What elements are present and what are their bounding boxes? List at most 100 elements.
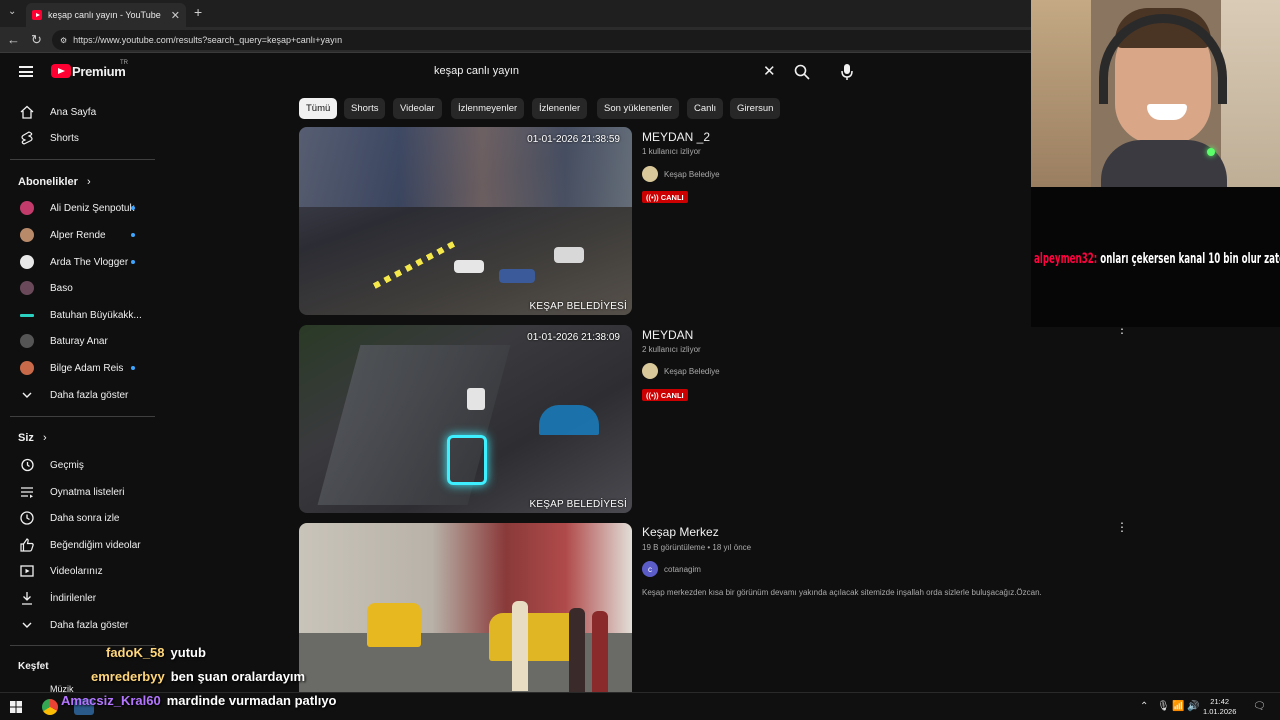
camera-watermark: KEŞAP BELEDİYESİ (529, 499, 627, 510)
chat-text: yutub (170, 645, 206, 660)
chip-shorts[interactable]: Shorts (344, 98, 386, 119)
more-options-icon[interactable]: ⋮ (1116, 323, 1128, 335)
windows-start-icon[interactable] (10, 701, 22, 713)
channel-link[interactable]: Keşap Belediye (642, 166, 720, 182)
thumbnail-taxi (489, 613, 579, 661)
microphone-tray-icon[interactable]: 🎙 (1157, 701, 1170, 712)
menu-hamburger-icon[interactable] (19, 66, 33, 77)
thumbnail-bus (467, 388, 485, 410)
scrollbar[interactable] (1273, 327, 1280, 692)
channel-link[interactable]: Keşap Belediye (642, 363, 720, 379)
clock[interactable]: 21:42 1.01.2026 (1203, 697, 1236, 717)
donation-text: onları çekersen kanal 10 bin olur zaten (1097, 251, 1280, 267)
tray-expand-icon[interactable]: ⌃ (1140, 701, 1148, 712)
sidebar-item-shorts[interactable]: Shorts (0, 125, 155, 151)
webcam-mic-led (1207, 148, 1215, 156)
notifications-icon[interactable]: 🗨 (1253, 701, 1266, 712)
channel-avatar (20, 361, 34, 375)
volume-icon[interactable]: 🔊 (1187, 701, 1199, 712)
sidebar-item-subscription[interactable]: Ali Deniz Şenpotuk (0, 195, 155, 221)
tab-close-icon[interactable]: ✕ (171, 9, 180, 22)
video-thumbnail[interactable] (299, 523, 632, 692)
sidebar-item-history[interactable]: Geçmiş (0, 452, 155, 478)
video-thumbnail[interactable]: 01-01-2026 21:38:09 KEŞAP BELEDİYESİ (299, 325, 632, 513)
sidebar-item-label: Daha sonra izle (50, 512, 120, 524)
tab-title: keşap canlı yayın - YouTube (48, 10, 161, 20)
sidebar-item-label: Bilge Adam Reis (50, 362, 124, 374)
microphone-icon[interactable] (840, 63, 854, 81)
tab-list-chevron-icon[interactable]: ⌄ (8, 6, 16, 17)
youtube-logo-icon[interactable] (51, 64, 71, 78)
premium-logo-text[interactable]: Premium (72, 64, 126, 79)
you-heading[interactable]: Siz › (18, 432, 47, 444)
home-icon (20, 105, 34, 119)
chip-watched[interactable]: İzlenenler (532, 98, 588, 119)
youtube-favicon-icon (32, 10, 42, 20)
sidebar-item-subscription[interactable]: Alper Rende (0, 222, 155, 248)
chip-recently-uploaded[interactable]: Son yüklenenler (597, 98, 680, 119)
sidebar-item-label: Daha fazla göster (50, 389, 129, 401)
chip-unwatched[interactable]: İzlenmeyenler (451, 98, 525, 119)
sidebar-item-label: Videolarınız (50, 565, 103, 577)
watch-later-icon (20, 511, 34, 525)
clear-search-icon[interactable]: ✕ (763, 62, 776, 80)
donation-user: alpeymen32: (1034, 251, 1098, 267)
back-arrow-icon[interactable]: ← (7, 32, 20, 47)
sidebar-item-liked-videos[interactable]: Beğendiğim videolar (0, 532, 155, 558)
browser-tab[interactable]: keşap canlı yayın - YouTube ✕ (26, 3, 186, 27)
site-info-icon[interactable]: ⚙ (60, 36, 67, 45)
sidebar-item-watch-later[interactable]: Daha sonra izle (0, 505, 155, 531)
you-heading-label: Siz (18, 432, 34, 444)
chip-videos[interactable]: Videolar (393, 98, 442, 119)
sidebar-item-subscription[interactable]: Baturay Anar (0, 328, 155, 354)
show-more-you-button[interactable]: Daha fazla göster (0, 612, 155, 638)
video-meta: 1 kullanıcı izliyor (642, 147, 701, 156)
new-content-dot (131, 206, 135, 210)
webcam-smile (1147, 104, 1187, 120)
chip-girersun[interactable]: Girersun (730, 98, 781, 119)
video-title[interactable]: MEYDAN _2 (642, 130, 710, 144)
sidebar-item-subscription[interactable]: Batuhan Büyükakk... (0, 302, 155, 328)
sidebar-item-home[interactable]: Ana Sayfa (0, 99, 155, 125)
video-title[interactable]: MEYDAN (642, 328, 693, 342)
live-badge: ((•)) CANLI (642, 191, 688, 203)
sidebar-item-subscription[interactable]: Bilge Adam Reis (0, 355, 155, 381)
webcam-door (1031, 0, 1091, 187)
channel-avatar (642, 166, 658, 182)
search-icon[interactable] (794, 64, 810, 80)
sidebar-item-label: Daha fazla göster (50, 619, 129, 631)
camera-watermark: KEŞAP BELEDİYESİ (529, 301, 627, 312)
show-more-subscriptions-button[interactable]: Daha fazla göster (0, 382, 155, 408)
sidebar-item-subscription[interactable]: Baso (0, 275, 155, 301)
channel-avatar (20, 334, 34, 348)
subscriptions-heading[interactable]: Abonelikler › (18, 176, 91, 188)
channel-avatar: c (642, 561, 658, 577)
camera-timestamp: 01-01-2026 21:38:09 (527, 332, 620, 343)
chrome-taskbar-icon[interactable] (42, 699, 58, 715)
network-icon[interactable]: 📶 (1172, 701, 1184, 712)
sidebar-item-playlists[interactable]: Oynatma listeleri (0, 479, 155, 505)
sidebar-item-subscription[interactable]: Arda The Vlogger (0, 249, 155, 275)
thumbnail-person (569, 608, 585, 692)
sidebar-item-downloads[interactable]: İndirilenler (0, 585, 155, 611)
new-tab-button[interactable]: + (194, 4, 202, 20)
thumbnail-person (512, 601, 528, 691)
video-title[interactable]: Keşap Merkez (642, 525, 719, 539)
shorts-icon (21, 131, 33, 145)
video-thumbnail[interactable]: 01-01-2026 21:38:59 KEŞAP BELEDİYESİ (299, 127, 632, 315)
chat-user: Amacsiz_Kral60 (61, 693, 161, 708)
chat-message: fadoK_58 yutub (106, 645, 206, 660)
thumbnail-kiosk (539, 405, 599, 435)
sidebar-item-your-videos[interactable]: Videolarınız (0, 558, 155, 584)
webcam-shirt (1101, 140, 1227, 187)
channel-link[interactable]: c cotanagim (642, 561, 701, 577)
chevron-right-icon: › (86, 176, 91, 188)
chevron-down-icon (22, 622, 32, 628)
search-input[interactable]: keşap canlı yayın (434, 65, 519, 77)
reload-icon[interactable]: ↻ (31, 32, 42, 48)
chip-live[interactable]: Canlı (687, 98, 724, 119)
thumbnail-car (554, 247, 584, 263)
more-options-icon[interactable]: ⋮ (1116, 521, 1128, 533)
chat-message: emrederbyy ben şuan oralardayım (91, 669, 305, 684)
chip-all[interactable]: Tümü (299, 98, 338, 119)
